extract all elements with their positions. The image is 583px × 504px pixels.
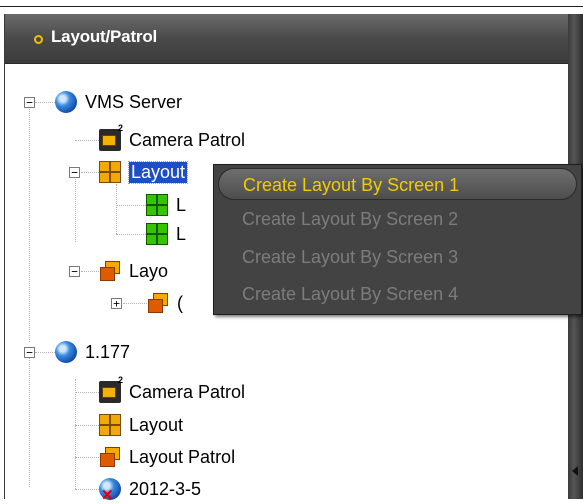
tree-node-camera-patrol[interactable]: Camera Patrol: [99, 375, 246, 404]
tree-connector: [75, 392, 99, 393]
menu-item-create-layout-screen-1[interactable]: Create Layout By Screen 1: [218, 168, 577, 200]
camera-patrol-icon: [99, 375, 123, 403]
node-label: Layo: [129, 260, 169, 281]
tree-connector: [81, 271, 99, 272]
tree-node-layout-patrol[interactable]: Layo: [99, 259, 168, 283]
context-menu: Create Layout By Screen 1 Create Layout …: [213, 164, 582, 315]
tree-connector: [116, 205, 146, 206]
tree-connector: [75, 457, 99, 458]
tree-connector: [29, 352, 30, 487]
node-label: L: [176, 223, 187, 244]
menu-item-create-layout-screen-3: Create Layout By Screen 3: [242, 247, 459, 267]
expand-toggle-patrol-child[interactable]: +: [111, 298, 122, 309]
node-label: L: [176, 194, 187, 215]
tree-connector: [75, 172, 76, 242]
layout-grid-green-icon: [146, 223, 168, 245]
menu-item-create-layout-screen-2: Create Layout By Screen 2: [242, 209, 459, 229]
layout-grid-icon: [99, 161, 121, 183]
tree-node-layout[interactable]: Layout: [99, 413, 183, 437]
tree-node-camera-patrol[interactable]: Camera Patrol: [99, 123, 246, 152]
panel-title: Layout/Patrol: [51, 27, 158, 46]
collapse-toggle-vms-server[interactable]: −: [24, 97, 35, 108]
node-label: VMS Server: [85, 91, 183, 112]
tree-node-layout-patrol[interactable]: Layout Patrol: [99, 445, 235, 469]
tree-node-offline-device[interactable]: 2012-3-5: [99, 477, 202, 504]
tree-connector: [75, 379, 76, 489]
menu-item-create-layout-screen-4: Create Layout By Screen 4: [242, 284, 459, 304]
node-label: Layout Patrol: [129, 446, 236, 467]
node-label: Layout: [129, 414, 184, 435]
collapse-arrow-icon[interactable]: [572, 466, 578, 476]
layout-patrol-icon: [147, 292, 169, 314]
node-label: Layout: [127, 160, 189, 184]
globe-icon: [55, 91, 77, 113]
tree-connector: [29, 102, 30, 342]
layout-patrol-icon: [99, 260, 121, 282]
tree-connector: [75, 425, 99, 426]
layout-grid-icon: [99, 414, 121, 436]
layout-grid-green-icon: [146, 194, 168, 216]
panel-header: Layout/Patrol: [5, 14, 568, 64]
globe-offline-icon: [99, 478, 121, 504]
tree-node-layout-item[interactable]: L: [146, 222, 186, 246]
tree-node-layout-selected[interactable]: Layout: [99, 160, 189, 184]
tree-connector: [75, 140, 99, 141]
header-bullet-icon: [34, 35, 43, 44]
tree-connector: [116, 234, 146, 235]
top-border: [0, 0, 583, 7]
collapse-toggle-layout-patrol[interactable]: −: [69, 266, 80, 277]
globe-icon: [55, 341, 77, 363]
tree-connector: [35, 352, 55, 353]
layout-patrol-icon: [99, 446, 121, 468]
tree-connector: [116, 184, 117, 234]
camera-patrol-icon: [99, 123, 123, 151]
node-label: Camera Patrol: [129, 129, 246, 150]
tree-node-patrol-item[interactable]: (: [147, 291, 183, 315]
collapse-toggle-server-2[interactable]: −: [24, 347, 35, 358]
tree-connector: [75, 489, 99, 490]
node-label: Camera Patrol: [129, 381, 246, 402]
tree-node-server-2[interactable]: 1.177: [55, 340, 130, 364]
node-label: (: [177, 292, 183, 313]
node-label: 1.177: [85, 341, 131, 362]
tree-connector: [81, 172, 99, 173]
tree-connector: [123, 303, 147, 304]
tree-connector: [35, 102, 55, 103]
tree-node-vms-server[interactable]: VMS Server: [55, 90, 182, 114]
tree-node-layout-item[interactable]: L: [146, 193, 186, 217]
node-label: 2012-3-5: [129, 478, 202, 499]
collapse-toggle-layout[interactable]: −: [69, 167, 80, 178]
